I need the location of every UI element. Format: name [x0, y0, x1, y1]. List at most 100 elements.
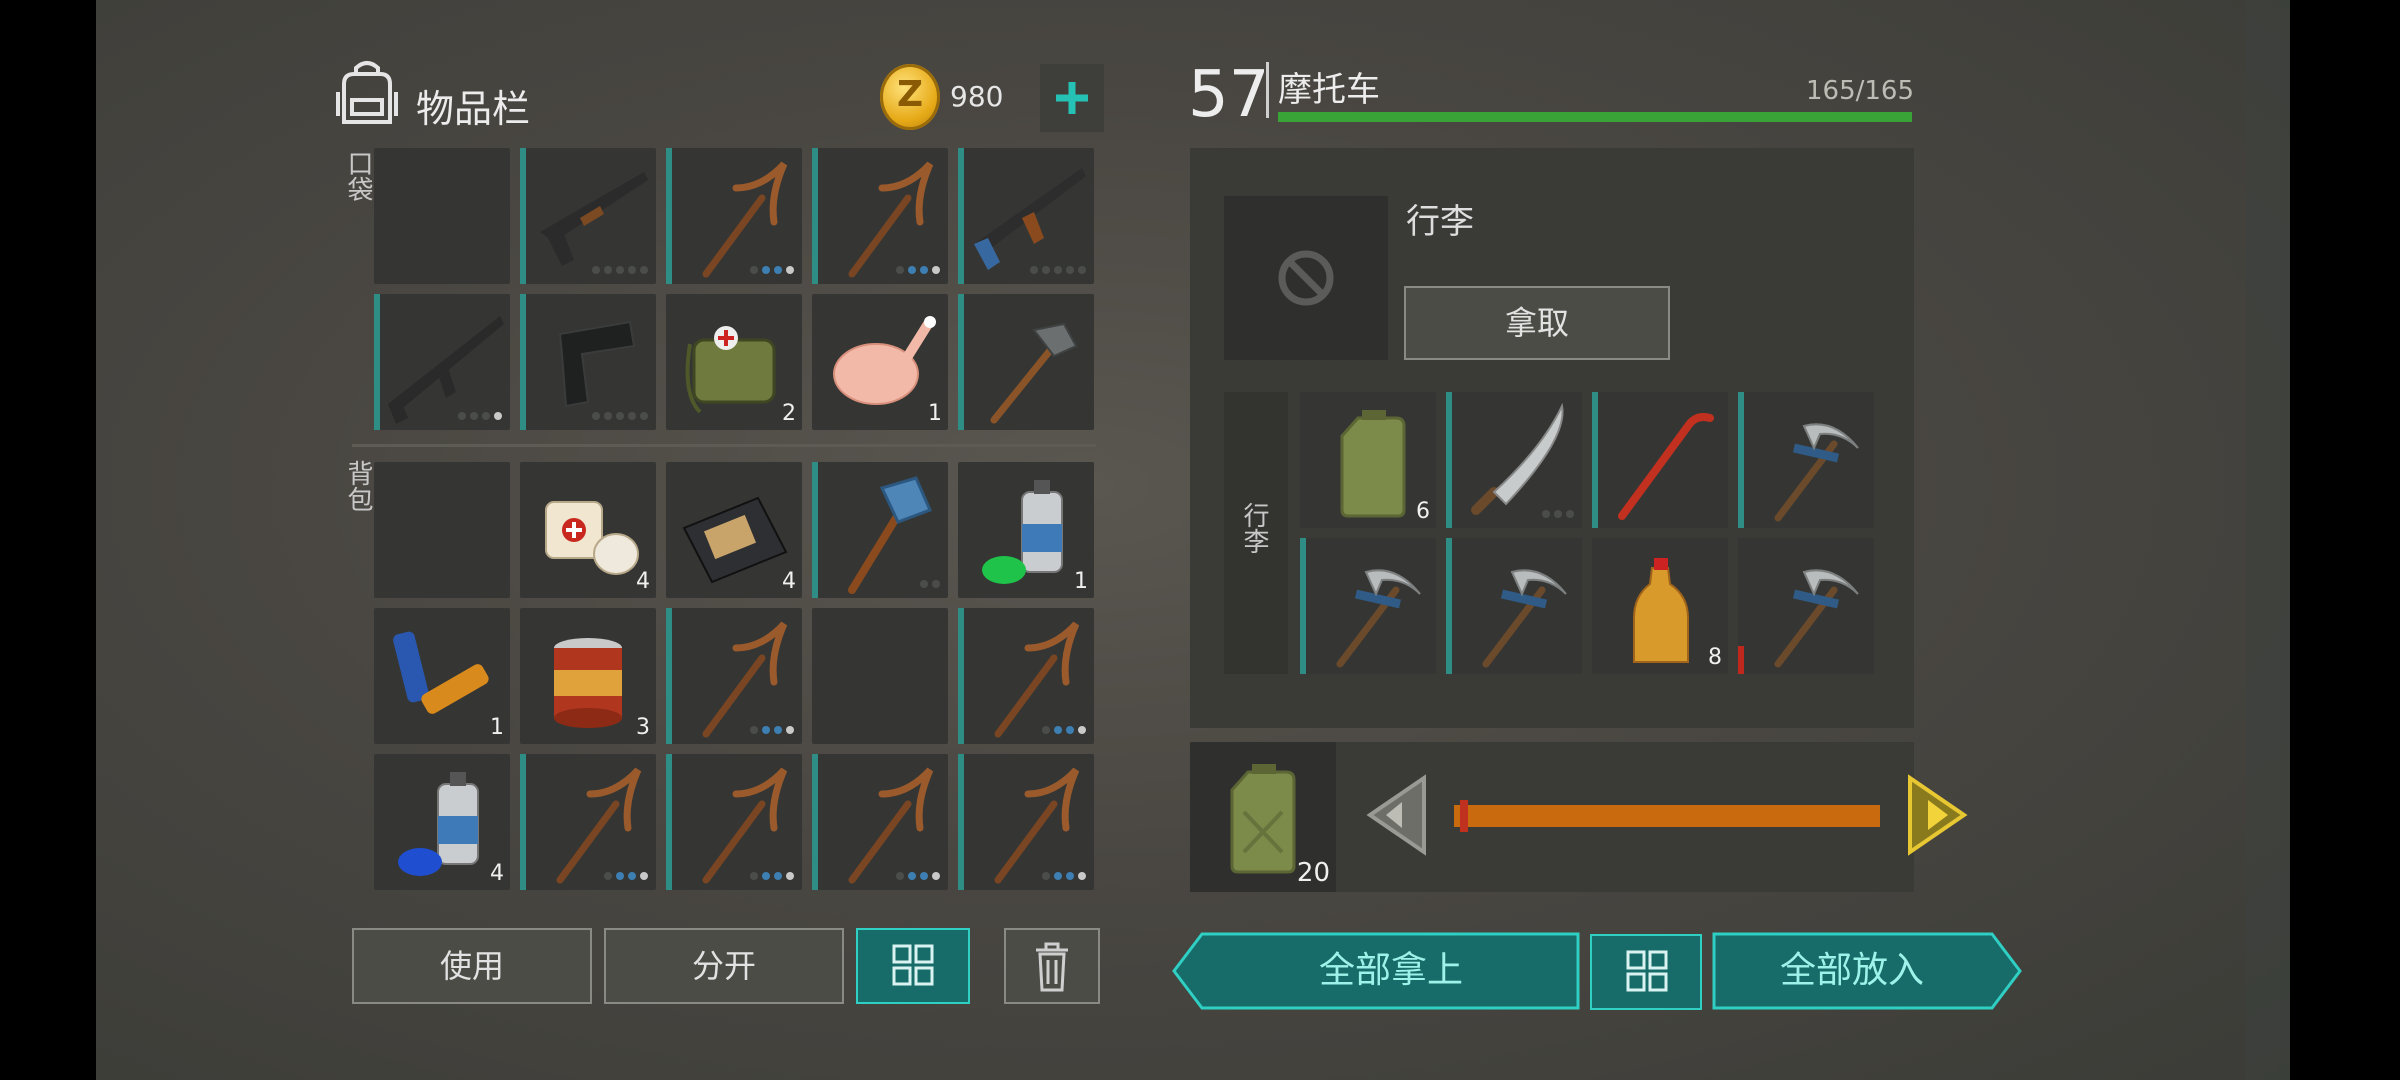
trunk-slot[interactable]: 8 [1592, 538, 1728, 674]
backpack-slot[interactable]: 3 [520, 608, 656, 744]
increase-arrow-button[interactable] [1902, 774, 1972, 856]
upgrade-dot [896, 266, 904, 274]
section-divider [352, 444, 1096, 447]
upgrade-dots [920, 580, 940, 588]
vehicle-separator [1266, 62, 1269, 118]
backpack-slot[interactable] [958, 608, 1094, 744]
shotgun-icon [540, 172, 648, 266]
upgrade-dot [592, 266, 600, 274]
upgrade-dot [786, 726, 794, 734]
upgrade-dot [1078, 266, 1086, 274]
upgrade-dot [616, 872, 624, 880]
slider-handle[interactable] [1460, 800, 1468, 832]
trunk-side-tab: 行李 [1224, 392, 1288, 674]
game-screen: 物品栏 Z 980 口袋 背包 2 1 4 4 1 1 3 4 使用 分开 57 摩托车 1… [96, 0, 2290, 1080]
upgrade-dot [762, 726, 770, 734]
backpack-slot[interactable]: 4 [666, 462, 802, 598]
upgrade-dots [750, 872, 794, 880]
backpack-slot[interactable]: 1 [958, 462, 1094, 598]
upgrade-dots [1042, 872, 1086, 880]
pocket-slot[interactable] [666, 148, 802, 284]
pocket-label: 口袋 [343, 150, 373, 202]
transfer-item-count: 20 [1296, 858, 1330, 888]
use-button[interactable]: 使用 [352, 928, 592, 1004]
hammer-icon [990, 322, 1078, 424]
sort-vehicle-button[interactable] [1590, 934, 1702, 1010]
pocket-slot[interactable] [374, 294, 510, 430]
pocket-slot[interactable] [958, 294, 1094, 430]
item-count: 4 [782, 569, 796, 594]
upgrade-dot [920, 872, 928, 880]
item-count: 8 [1708, 645, 1722, 670]
right-sidebar [2246, 0, 2290, 1080]
trunk-slot[interactable] [1738, 538, 1874, 674]
put-all-button[interactable]: 全部放入 [1712, 932, 1992, 1010]
trunk-slot[interactable] [1300, 538, 1436, 674]
upgrade-dot [628, 266, 636, 274]
pickaxe-metal-icon [1482, 569, 1567, 668]
upgrade-dot [1554, 510, 1562, 518]
upgrade-dot [616, 412, 624, 420]
upgrade-dot [1042, 266, 1050, 274]
upgrade-dot [604, 872, 612, 880]
quantity-slider[interactable] [1454, 805, 1880, 827]
vehicle-level: 57 [1188, 58, 1270, 132]
backpack-slot[interactable]: 4 [520, 462, 656, 598]
upgrade-dot [1078, 872, 1086, 880]
upgrade-dot [786, 872, 794, 880]
upgrade-dots [1030, 266, 1086, 274]
upgrade-dots [604, 872, 648, 880]
trunk-slot[interactable] [1446, 538, 1582, 674]
upgrade-dot [1078, 726, 1086, 734]
upgrade-dot [786, 266, 794, 274]
trunk-slot[interactable]: 6 [1300, 392, 1436, 528]
backpack-slot[interactable] [374, 462, 510, 598]
backpack-slot[interactable]: 1 [374, 608, 510, 744]
upgrade-dot [932, 580, 940, 588]
backpack-slot[interactable] [812, 462, 948, 598]
backpack-slot[interactable]: 4 [374, 754, 510, 890]
pocket-slot[interactable] [958, 148, 1094, 284]
trunk-slot[interactable] [1446, 392, 1582, 528]
pocket-slot[interactable]: 1 [812, 294, 948, 430]
take-button[interactable]: 拿取 [1404, 286, 1670, 360]
pocket-slot[interactable] [520, 294, 656, 430]
backpack-slot[interactable] [958, 754, 1094, 890]
split-button[interactable]: 分开 [604, 928, 844, 1004]
trunk-slot[interactable] [1592, 392, 1728, 528]
pocket-slot[interactable] [374, 148, 510, 284]
take-all-button[interactable]: 全部拿上 [1202, 932, 1580, 1010]
pocket-slot[interactable] [812, 148, 948, 284]
trunk-title: 行李 [1406, 202, 1474, 242]
backpack-slot[interactable] [812, 608, 948, 744]
upgrade-dot [1566, 510, 1574, 518]
backpack-slot[interactable] [666, 754, 802, 890]
quantity-slider-fill [1454, 805, 1880, 827]
upgrade-dots [1542, 510, 1574, 518]
sort-inventory-button[interactable] [856, 928, 970, 1004]
add-coins-button[interactable] [1040, 64, 1104, 132]
trunk-slot[interactable] [1738, 392, 1874, 528]
upgrade-dot [592, 412, 600, 420]
upgrade-dot [1054, 872, 1062, 880]
upgrade-dot [920, 266, 928, 274]
backpack-slot[interactable] [812, 754, 948, 890]
pickaxe-icon [848, 767, 934, 884]
upgrade-dot [628, 412, 636, 420]
backpack-slot[interactable] [666, 608, 802, 744]
upgrade-dot [494, 412, 502, 420]
item-count: 4 [490, 861, 504, 886]
upgrade-dot [1066, 872, 1074, 880]
transfer-item-slot[interactable]: 20 [1190, 742, 1336, 892]
pickaxe-icon [848, 161, 934, 278]
trash-button[interactable] [1004, 928, 1100, 1004]
pocket-slot[interactable]: 2 [666, 294, 802, 430]
trunk-equip-slot[interactable] [1224, 196, 1388, 360]
backpack-label: 背包 [343, 460, 373, 512]
pocket-slot[interactable] [520, 148, 656, 284]
decrease-arrow-button[interactable] [1362, 774, 1432, 856]
upgrade-dot [640, 412, 648, 420]
backpack-slot[interactable] [520, 754, 656, 890]
pickaxe-metal-icon [1774, 423, 1859, 522]
pickaxe-metal-damaged-icon [1774, 569, 1859, 668]
